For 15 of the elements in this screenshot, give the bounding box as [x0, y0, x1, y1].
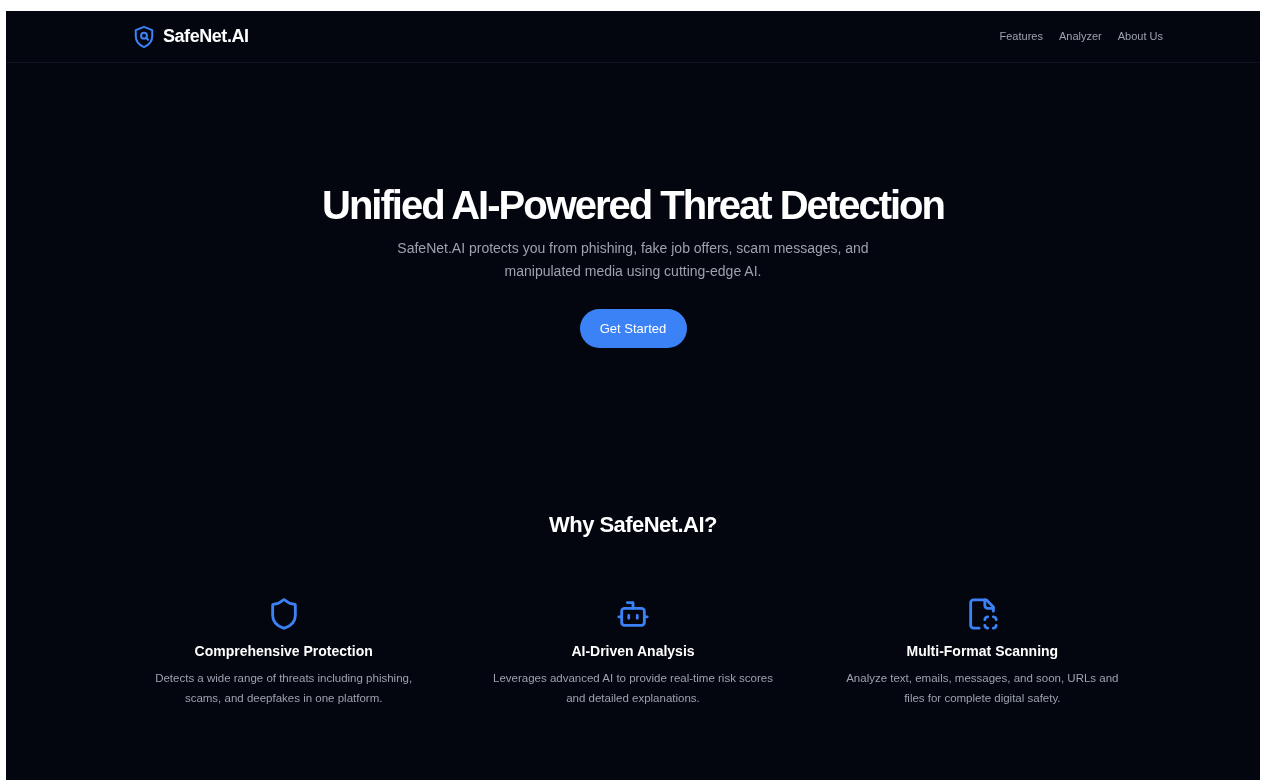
- feature-title: Multi-Format Scanning: [906, 642, 1059, 661]
- feature-title: Comprehensive Protection: [194, 642, 373, 661]
- feature-description: Analyze text, emails, messages, and soon, URLs and files for complete digital safety.: [845, 671, 1120, 706]
- nav-link[interactable]: Features: [999, 28, 1043, 45]
- shield-search-icon: [133, 24, 155, 49]
- feature-title: AI-Driven Analysis: [571, 642, 695, 661]
- feature-description: Detects a wide range of threats including phishing, scams, and deepfakes in one platform.: [154, 671, 414, 706]
- nav-link[interactable]: Analyzer: [1058, 28, 1102, 45]
- get-started-button[interactable]: Get Started: [579, 309, 687, 348]
- hero-title: Unified AI-Powered Threat Detection: [322, 185, 944, 225]
- hero-subtitle: SafeNet.AI protects you from phishing, fake job offers, scam messages, and manipulated media using cutting-edge AI.: [396, 239, 870, 281]
- nav-link[interactable]: About Us: [1117, 28, 1163, 45]
- feature-description: Leverages advanced AI to provide real-time risk scores and detailed explanations.: [492, 671, 774, 706]
- brand-name: SafeNet.AI: [163, 25, 249, 48]
- section-heading: Why SafeNet.AI?: [549, 511, 717, 539]
